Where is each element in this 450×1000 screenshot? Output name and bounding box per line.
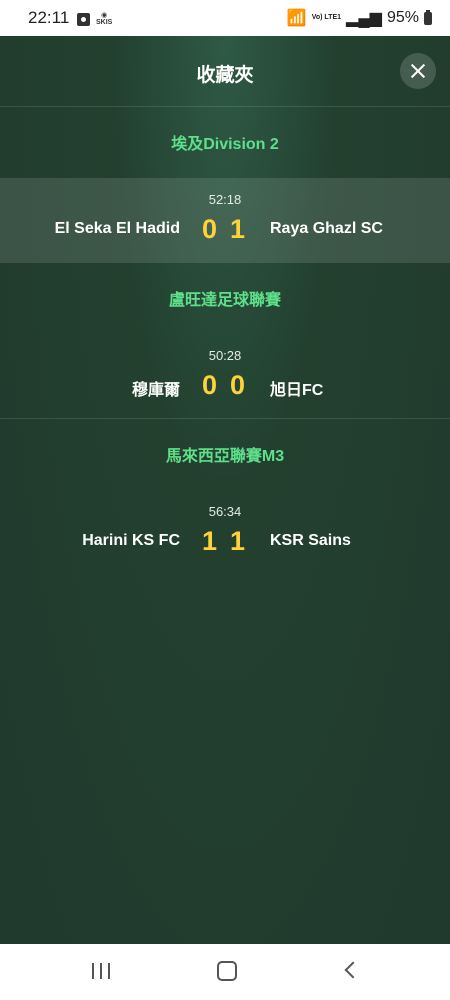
volte-label: Vo) LTE1: [311, 14, 342, 21]
away-team: 旭日FC: [270, 382, 324, 399]
away-team: KSR Sains: [270, 532, 351, 549]
skis-notification-icon: ◉ SKIS: [96, 12, 113, 26]
navigation-bar: [0, 944, 450, 1000]
status-bar: 22:11 ◉ SKIS 📶 Vo) LTE1 ▂▄▆ 95%: [0, 0, 450, 36]
league-header: 盧旺達足球聯賽: [168, 292, 281, 309]
status-notification-icons: ◉ SKIS: [77, 12, 112, 26]
status-time: 22:11: [28, 8, 70, 27]
back-button[interactable]: [344, 961, 362, 979]
league-header: 埃及Division 2: [171, 136, 279, 153]
home-button[interactable]: [217, 961, 237, 981]
home-score: 0: [202, 370, 218, 400]
away-score: 1: [230, 526, 246, 556]
league-header: 馬來西亞聯賽M3: [165, 448, 285, 465]
match-row[interactable]: 50:28 穆庫爾 0 0 旭日FC: [0, 334, 450, 419]
match-time: 52:18: [208, 192, 242, 207]
camera-notification-icon: [77, 12, 90, 26]
match-row[interactable]: 52:18 El Seka El Hadid 0 1 Raya Ghazl SC: [0, 178, 450, 263]
home-score: 0: [202, 214, 218, 244]
header: 收藏夾: [0, 36, 450, 107]
favorites-screen: 收藏夾 埃及Division 2 52:18 El Seka El Hadid …: [0, 36, 450, 944]
wifi-icon: 📶: [286, 10, 307, 27]
away-score: 0: [230, 370, 246, 400]
skis-label: SKIS: [96, 19, 113, 26]
page-title: 收藏夾: [196, 65, 254, 86]
match-time: 56:34: [208, 504, 242, 519]
match-time: 50:28: [208, 348, 242, 363]
away-score: 1: [230, 214, 246, 244]
battery-percent: 95%: [386, 9, 419, 26]
home-team: 穆庫爾: [131, 382, 180, 399]
recent-apps-button[interactable]: [92, 963, 110, 979]
away-team: Raya Ghazl SC: [270, 220, 383, 237]
battery-icon: [424, 9, 432, 25]
match-row[interactable]: 56:34 Harini KS FC 1 1 KSR Sains: [0, 490, 450, 575]
status-right-icons: 📶 Vo) LTE1 ▂▄▆ 95%: [287, 8, 432, 28]
home-score: 1: [202, 526, 218, 556]
home-team: Harini KS FC: [82, 532, 180, 549]
signal-icon: ▂▄▆: [346, 10, 382, 27]
home-team: El Seka El Hadid: [54, 220, 180, 237]
close-button[interactable]: [400, 53, 436, 89]
